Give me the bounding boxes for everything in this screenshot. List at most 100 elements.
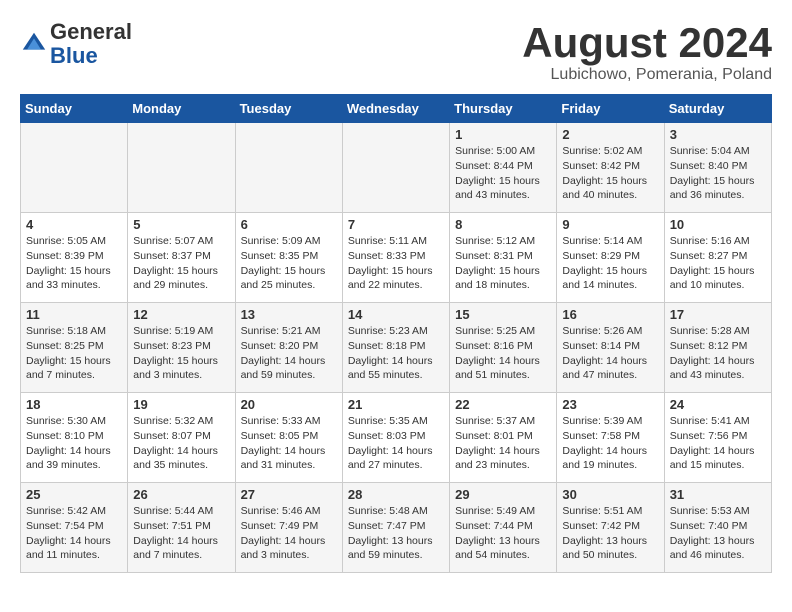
- cell-details: Sunrise: 5:49 AM Sunset: 7:44 PM Dayligh…: [455, 504, 551, 563]
- calendar-cell: 21Sunrise: 5:35 AM Sunset: 8:03 PM Dayli…: [342, 393, 449, 483]
- weekday-header: Friday: [557, 95, 664, 123]
- day-number: 23: [562, 397, 658, 412]
- day-number: 26: [133, 487, 229, 502]
- cell-details: Sunrise: 5:44 AM Sunset: 7:51 PM Dayligh…: [133, 504, 229, 563]
- logo-icon: [20, 30, 48, 58]
- cell-details: Sunrise: 5:32 AM Sunset: 8:07 PM Dayligh…: [133, 414, 229, 473]
- day-number: 29: [455, 487, 551, 502]
- day-number: 22: [455, 397, 551, 412]
- calendar-cell: 17 Sunrise: 5:28 AM Sunset: 8:12 PM Dayli…: [664, 303, 771, 393]
- calendar-cell: 28Sunrise: 5:48 AM Sunset: 7:47 PM Dayli…: [342, 483, 449, 573]
- calendar-cell: 14Sunrise: 5:23 AM Sunset: 8:18 PM Dayli…: [342, 303, 449, 393]
- calendar-cell: 2 Sunrise: 5:02 AM Sunset: 8:42 PM Daylig…: [557, 123, 664, 213]
- weekday-header: Thursday: [450, 95, 557, 123]
- day-number: 5: [133, 217, 229, 232]
- day-number: 20: [241, 397, 337, 412]
- calendar-week-row: 25Sunrise: 5:42 AM Sunset: 7:54 PM Dayli…: [21, 483, 772, 573]
- weekday-header: Saturday: [664, 95, 771, 123]
- cell-details: Sunrise: 5:26 AM Sunset: 8:14 PM Dayligh…: [562, 324, 658, 383]
- cell-details: Sunrise: 5:21 AM Sunset: 8:20 PM Dayligh…: [241, 324, 337, 383]
- calendar-cell: 27 Sunrise: 5:46 AM Sunset: 7:49 PM Dayli…: [235, 483, 342, 573]
- calendar-cell: 23 Sunrise: 5:39 AM Sunset: 7:58 PM Dayli…: [557, 393, 664, 483]
- cell-details: Sunrise: 5:12 AM Sunset: 8:31 PM Dayligh…: [455, 234, 551, 293]
- calendar-cell: 26 Sunrise: 5:44 AM Sunset: 7:51 PM Dayli…: [128, 483, 235, 573]
- calendar-week-row: 1 Sunrise: 5:00 AM Sunset: 8:44 PM Daylig…: [21, 123, 772, 213]
- logo-text: General Blue: [50, 20, 132, 68]
- calendar-cell: 22 Sunrise: 5:37 AM Sunset: 8:01 PM Dayli…: [450, 393, 557, 483]
- cell-details: Sunrise: 5:30 AM Sunset: 8:10 PM Dayligh…: [26, 414, 122, 473]
- cell-details: Sunrise: 5:51 AM Sunset: 7:42 PM Dayligh…: [562, 504, 658, 563]
- cell-details: Sunrise: 5:53 AM Sunset: 7:40 PM Dayligh…: [670, 504, 766, 563]
- day-number: 9: [562, 217, 658, 232]
- day-number: 8: [455, 217, 551, 232]
- calendar-cell: 10 Sunrise: 5:16 AM Sunset: 8:27 PM Dayli…: [664, 213, 771, 303]
- cell-details: Sunrise: 5:23 AM Sunset: 8:18 PM Dayligh…: [348, 324, 444, 383]
- day-number: 1: [455, 127, 551, 142]
- cell-details: Sunrise: 5:16 AM Sunset: 8:27 PM Dayligh…: [670, 234, 766, 293]
- calendar-cell: 31Sunrise: 5:53 AM Sunset: 7:40 PM Dayli…: [664, 483, 771, 573]
- logo: General Blue: [20, 20, 132, 68]
- day-number: 10: [670, 217, 766, 232]
- calendar-cell: 11Sunrise: 5:18 AM Sunset: 8:25 PM Dayli…: [21, 303, 128, 393]
- day-number: 6: [241, 217, 337, 232]
- calendar-cell: [235, 123, 342, 213]
- calendar-cell: 19 Sunrise: 5:32 AM Sunset: 8:07 PM Dayli…: [128, 393, 235, 483]
- cell-details: Sunrise: 5:04 AM Sunset: 8:40 PM Dayligh…: [670, 144, 766, 203]
- calendar-cell: [21, 123, 128, 213]
- calendar-cell: 6Sunrise: 5:09 AM Sunset: 8:35 PM Daylig…: [235, 213, 342, 303]
- day-number: 2: [562, 127, 658, 142]
- weekday-header: Monday: [128, 95, 235, 123]
- calendar-table: SundayMondayTuesdayWednesdayThursdayFrid…: [20, 94, 772, 573]
- calendar-week-row: 18 Sunrise: 5:30 AM Sunset: 8:10 PM Dayli…: [21, 393, 772, 483]
- cell-details: Sunrise: 5:46 AM Sunset: 7:49 PM Dayligh…: [241, 504, 337, 563]
- cell-details: Sunrise: 5:19 AM Sunset: 8:23 PM Dayligh…: [133, 324, 229, 383]
- day-number: 24: [670, 397, 766, 412]
- cell-details: Sunrise: 5:18 AM Sunset: 8:25 PM Dayligh…: [26, 324, 122, 383]
- day-number: 7: [348, 217, 444, 232]
- calendar-week-row: 11Sunrise: 5:18 AM Sunset: 8:25 PM Dayli…: [21, 303, 772, 393]
- calendar-cell: 25Sunrise: 5:42 AM Sunset: 7:54 PM Dayli…: [21, 483, 128, 573]
- cell-details: Sunrise: 5:42 AM Sunset: 7:54 PM Dayligh…: [26, 504, 122, 563]
- cell-details: Sunrise: 5:14 AM Sunset: 8:29 PM Dayligh…: [562, 234, 658, 293]
- day-number: 27: [241, 487, 337, 502]
- day-number: 21: [348, 397, 444, 412]
- calendar-cell: 16 Sunrise: 5:26 AM Sunset: 8:14 PM Dayli…: [557, 303, 664, 393]
- calendar-cell: [128, 123, 235, 213]
- cell-details: Sunrise: 5:28 AM Sunset: 8:12 PM Dayligh…: [670, 324, 766, 383]
- title-block: August 2024 Lubichowo, Pomerania, Poland: [522, 20, 772, 84]
- weekday-header: Sunday: [21, 95, 128, 123]
- location-subtitle: Lubichowo, Pomerania, Poland: [522, 66, 772, 84]
- calendar-cell: 30 Sunrise: 5:51 AM Sunset: 7:42 PM Dayli…: [557, 483, 664, 573]
- logo-blue: Blue: [50, 43, 98, 68]
- day-number: 15: [455, 307, 551, 322]
- day-number: 19: [133, 397, 229, 412]
- cell-details: Sunrise: 5:41 AM Sunset: 7:56 PM Dayligh…: [670, 414, 766, 473]
- calendar-cell: 1 Sunrise: 5:00 AM Sunset: 8:44 PM Daylig…: [450, 123, 557, 213]
- weekday-header: Wednesday: [342, 95, 449, 123]
- cell-details: Sunrise: 5:37 AM Sunset: 8:01 PM Dayligh…: [455, 414, 551, 473]
- day-number: 18: [26, 397, 122, 412]
- calendar-cell: 15Sunrise: 5:25 AM Sunset: 8:16 PM Dayli…: [450, 303, 557, 393]
- cell-details: Sunrise: 5:11 AM Sunset: 8:33 PM Dayligh…: [348, 234, 444, 293]
- header-row: SundayMondayTuesdayWednesdayThursdayFrid…: [21, 95, 772, 123]
- month-title: August 2024: [522, 20, 772, 66]
- calendar-week-row: 4Sunrise: 5:05 AM Sunset: 8:39 PM Daylig…: [21, 213, 772, 303]
- day-number: 17: [670, 307, 766, 322]
- calendar-cell: 9 Sunrise: 5:14 AM Sunset: 8:29 PM Daylig…: [557, 213, 664, 303]
- calendar-cell: 12 Sunrise: 5:19 AM Sunset: 8:23 PM Dayli…: [128, 303, 235, 393]
- day-number: 3: [670, 127, 766, 142]
- day-number: 4: [26, 217, 122, 232]
- calendar-cell: 13Sunrise: 5:21 AM Sunset: 8:20 PM Dayli…: [235, 303, 342, 393]
- day-number: 30: [562, 487, 658, 502]
- cell-details: Sunrise: 5:39 AM Sunset: 7:58 PM Dayligh…: [562, 414, 658, 473]
- calendar-cell: 3 Sunrise: 5:04 AM Sunset: 8:40 PM Daylig…: [664, 123, 771, 213]
- calendar-cell: 4Sunrise: 5:05 AM Sunset: 8:39 PM Daylig…: [21, 213, 128, 303]
- weekday-header: Tuesday: [235, 95, 342, 123]
- calendar-header: SundayMondayTuesdayWednesdayThursdayFrid…: [21, 95, 772, 123]
- cell-details: Sunrise: 5:00 AM Sunset: 8:44 PM Dayligh…: [455, 144, 551, 203]
- page-header: General Blue August 2024 Lubichowo, Pome…: [20, 20, 772, 84]
- day-number: 16: [562, 307, 658, 322]
- cell-details: Sunrise: 5:02 AM Sunset: 8:42 PM Dayligh…: [562, 144, 658, 203]
- day-number: 12: [133, 307, 229, 322]
- calendar-cell: 8 Sunrise: 5:12 AM Sunset: 8:31 PM Daylig…: [450, 213, 557, 303]
